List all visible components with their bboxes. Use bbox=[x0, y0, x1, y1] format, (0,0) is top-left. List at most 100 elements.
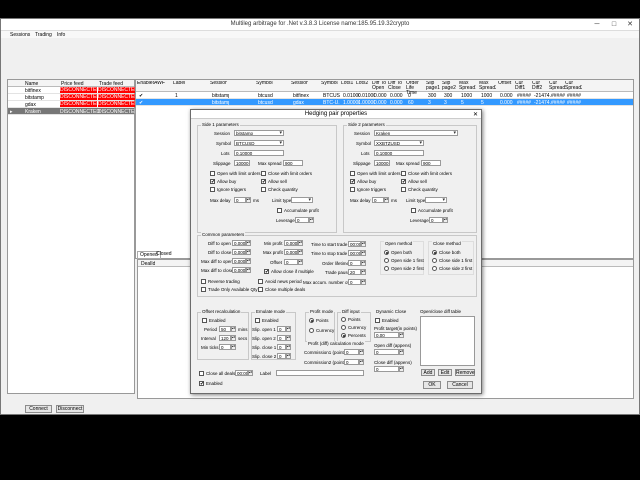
side1-max-delay-input[interactable]: 0 bbox=[234, 197, 246, 203]
close-all-time-input[interactable]: 00:00 bbox=[235, 370, 248, 376]
close-both-radio[interactable] bbox=[432, 250, 437, 255]
emulate-enabled-checkbox[interactable] bbox=[255, 318, 260, 323]
side2-max-delay-spinner[interactable]: ▴▾ bbox=[384, 197, 389, 203]
dynamic-enabled-checkbox[interactable] bbox=[375, 318, 380, 323]
diff-percents-radio[interactable] bbox=[341, 333, 346, 338]
side1-max-delay-spinner[interactable]: ▴▾ bbox=[246, 197, 251, 203]
comm1-spinner[interactable]: ▴▾ bbox=[359, 349, 364, 355]
add-button[interactable]: Add bbox=[421, 369, 435, 376]
avoid-news-checkbox[interactable] bbox=[258, 279, 263, 284]
cancel-button[interactable]: Cancel bbox=[447, 381, 473, 389]
diff-currency-radio[interactable] bbox=[341, 325, 346, 330]
enabled-checkbox[interactable]: ✔ bbox=[199, 381, 204, 387]
label-input[interactable] bbox=[276, 370, 364, 376]
ok-button[interactable]: OK bbox=[423, 381, 441, 389]
side2-leverage-spinner[interactable]: ▴▾ bbox=[443, 217, 448, 223]
session-row[interactable]: gdax DISCONNECTED DISCONNECTED bbox=[8, 101, 135, 108]
diff-close-input[interactable]: 0.000 bbox=[232, 249, 246, 255]
open-side2-radio[interactable] bbox=[384, 266, 389, 271]
profit-points-radio[interactable] bbox=[309, 318, 314, 323]
max-diff-open-input[interactable]: 0.000 bbox=[232, 258, 246, 264]
side2-max-delay-input[interactable]: 0 bbox=[372, 197, 384, 203]
side2-accum-profit-checkbox[interactable] bbox=[411, 208, 416, 213]
close-side1-radio[interactable] bbox=[432, 258, 437, 263]
side1-open-limit-checkbox[interactable] bbox=[210, 171, 215, 176]
trade-only-checkbox[interactable] bbox=[201, 287, 206, 292]
comm2-spinner[interactable]: ▴▾ bbox=[359, 359, 364, 365]
menu-info[interactable]: Info bbox=[57, 32, 65, 38]
dialog-close-icon[interactable]: ✕ bbox=[473, 111, 478, 118]
trade-pause-input[interactable]: 20 bbox=[348, 269, 361, 275]
side1-slippage-input[interactable]: 10000 bbox=[234, 160, 250, 166]
tab-closed[interactable]: Closed bbox=[154, 251, 174, 257]
side2-symbol-select[interactable]: XXBTZUSD bbox=[374, 140, 424, 146]
side1-leverage-spinner[interactable]: ▴▾ bbox=[309, 217, 314, 223]
diff-points-radio[interactable] bbox=[341, 317, 346, 322]
close-side2-radio[interactable] bbox=[432, 266, 437, 271]
side1-leverage-input[interactable]: 0 bbox=[295, 217, 309, 223]
maximize-icon[interactable]: □ bbox=[606, 19, 622, 30]
pair-row[interactable]: ✔1bitstampbtcusdbitfinexBTCUSD0.010000.0… bbox=[136, 92, 633, 99]
max-diff-open-spinner[interactable]: ▴▾ bbox=[246, 258, 251, 264]
slip-close2-input[interactable]: 0 bbox=[277, 353, 286, 359]
close-all-checkbox[interactable] bbox=[199, 371, 204, 376]
session-row[interactable]: bitfinex DISCONNECTED DISCONNECTED bbox=[8, 87, 135, 94]
open-side1-radio[interactable] bbox=[384, 258, 389, 263]
min-ticks-input[interactable]: 0 bbox=[219, 344, 231, 350]
interval-input[interactable]: 120 bbox=[219, 335, 231, 341]
side2-close-limit-checkbox[interactable] bbox=[401, 171, 406, 176]
period-spinner[interactable]: ▴▾ bbox=[231, 326, 236, 332]
min-ticks-spinner[interactable]: ▴▾ bbox=[231, 344, 236, 350]
side2-open-limit-checkbox[interactable] bbox=[350, 171, 355, 176]
open-diff-spinner[interactable]: ▴▾ bbox=[399, 349, 404, 355]
start-time-input[interactable]: 00:00 bbox=[348, 241, 361, 247]
reverse-checkbox[interactable] bbox=[201, 279, 206, 284]
stop-time-input[interactable]: 00:00 bbox=[348, 250, 361, 256]
min-profit-input[interactable]: 0.000 bbox=[284, 240, 298, 246]
slip-open1-spinner[interactable]: ▴▾ bbox=[286, 326, 291, 332]
profit-currency-radio[interactable] bbox=[309, 328, 314, 333]
side1-session-select[interactable]: bitstamp bbox=[234, 130, 284, 136]
remove-button[interactable]: Remove bbox=[455, 369, 475, 376]
slip-close1-input[interactable]: 0 bbox=[277, 344, 286, 350]
close-diff-input[interactable]: 0 bbox=[374, 366, 399, 372]
max-deals-input[interactable]: 0 bbox=[348, 279, 361, 285]
slip-close1-spinner[interactable]: ▴▾ bbox=[286, 344, 291, 350]
side1-limit-type-select[interactable] bbox=[291, 197, 313, 203]
side1-accum-profit-checkbox[interactable] bbox=[277, 208, 282, 213]
open-diff-input[interactable]: 0 bbox=[374, 349, 399, 355]
menu-sessions[interactable]: Sessions bbox=[10, 32, 30, 38]
max-diff-close-input[interactable]: 0.000 bbox=[232, 267, 246, 273]
close-diff-spinner[interactable]: ▴▾ bbox=[399, 366, 404, 372]
trade-pause-spinner[interactable]: ▴▾ bbox=[361, 269, 366, 275]
comm1-input[interactable]: 0 bbox=[344, 349, 359, 355]
slip-open2-input[interactable]: 0 bbox=[277, 335, 286, 341]
close-icon[interactable]: ✕ bbox=[622, 19, 638, 30]
side2-lots-input[interactable]: 0.10000 bbox=[374, 150, 424, 156]
enabled-checkbox[interactable]: ✔ bbox=[139, 100, 156, 106]
profit-target-spinner[interactable]: ▴▾ bbox=[399, 332, 404, 338]
side1-close-limit-checkbox[interactable] bbox=[261, 171, 266, 176]
side2-session-select[interactable]: Kraken bbox=[374, 130, 458, 136]
slip-open2-spinner[interactable]: ▴▾ bbox=[286, 335, 291, 341]
disconnect-button[interactable]: Disconnect bbox=[56, 405, 84, 413]
menu-trading[interactable]: Trading bbox=[35, 32, 52, 38]
edit-button[interactable]: Edit bbox=[438, 369, 452, 376]
start-time-spinner[interactable]: ▴▾ bbox=[361, 241, 366, 247]
open-both-radio[interactable] bbox=[384, 250, 389, 255]
oc-diff-table[interactable] bbox=[420, 316, 475, 366]
max-diff-close-spinner[interactable]: ▴▾ bbox=[246, 267, 251, 273]
max-profit-spinner[interactable]: ▴▾ bbox=[298, 249, 303, 255]
lifetime-input[interactable]: 0 bbox=[348, 260, 361, 266]
min-profit-spinner[interactable]: ▴▾ bbox=[298, 240, 303, 246]
minimize-icon[interactable]: ─ bbox=[589, 19, 605, 30]
allow-multiple-checkbox[interactable]: ✔ bbox=[264, 269, 269, 275]
side2-limit-type-select[interactable] bbox=[425, 197, 447, 203]
side2-allow-sell-checkbox[interactable]: ✔ bbox=[401, 179, 406, 185]
side2-check-qty-checkbox[interactable] bbox=[401, 187, 406, 192]
diff-open-input[interactable]: 0.000 bbox=[232, 240, 246, 246]
close-multiple-checkbox[interactable] bbox=[258, 287, 263, 292]
side1-allow-buy-checkbox[interactable]: ✔ bbox=[210, 179, 215, 185]
session-row-selected[interactable]: ▸ Kraken DISCONNECTED DISCONNECTED bbox=[8, 108, 138, 115]
side2-maxspread-input[interactable]: 900 bbox=[421, 160, 441, 166]
